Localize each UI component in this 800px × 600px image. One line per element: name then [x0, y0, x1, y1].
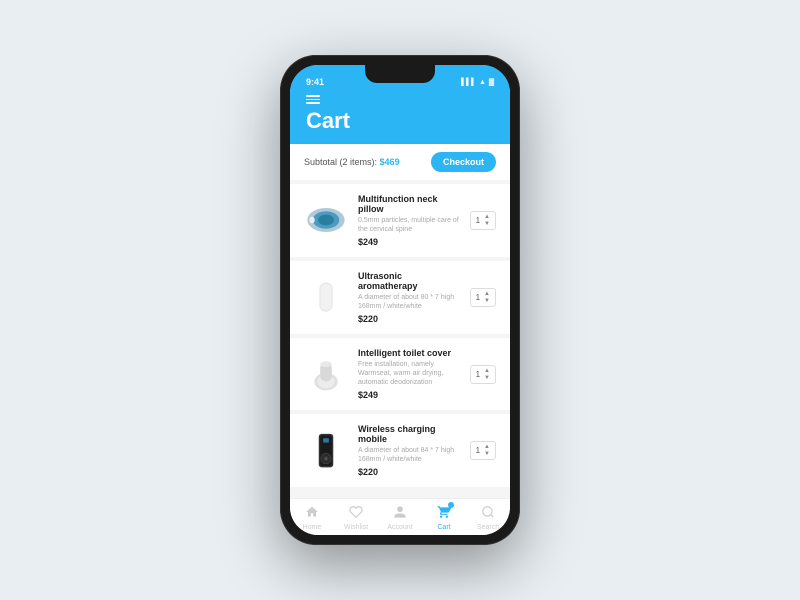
product-image-aromatherapy [304, 275, 348, 319]
nav-item-cart[interactable]: Cart [422, 505, 466, 531]
wifi-icon: ▲ [479, 79, 486, 86]
qty-up-arrow[interactable]: ▲ [484, 368, 490, 374]
cart-items-list: Multifunction neck pillow 0.5mm particle… [290, 180, 510, 499]
quantity-value: 1 [476, 293, 480, 302]
phone-screen: 9:41 ▌▌▌ ▲ ▓ Cart Subtotal (2 items): $4… [290, 65, 510, 535]
product-info-neck-pillow: Multifunction neck pillow 0.5mm particle… [358, 194, 460, 247]
product-image-neck-pillow [304, 198, 348, 242]
quantity-control[interactable]: 1 ▲ ▼ [470, 288, 496, 307]
subtotal-bar: Subtotal (2 items): $469 Checkout [290, 144, 510, 180]
qty-arrows[interactable]: ▲ ▼ [484, 368, 490, 381]
qty-arrows[interactable]: ▲ ▼ [484, 214, 490, 227]
nav-label-account: Account [387, 524, 412, 531]
search-icon [481, 505, 495, 522]
qty-down-arrow[interactable]: ▼ [484, 451, 490, 457]
menu-button[interactable] [306, 95, 494, 104]
subtotal-text: Subtotal (2 items): $469 [304, 157, 400, 167]
phone-notch [365, 65, 435, 83]
product-info-aromatherapy: Ultrasonic aromatherapy A diameter of ab… [358, 271, 460, 324]
nav-item-wishlist[interactable]: Wishlist [334, 505, 378, 531]
qty-arrows[interactable]: ▲ ▼ [484, 291, 490, 304]
product-price: $220 [358, 314, 460, 324]
product-price: $249 [358, 237, 460, 247]
quantity-value: 1 [476, 446, 480, 455]
status-time: 9:41 [306, 77, 324, 87]
app-header: Cart [290, 91, 510, 144]
nav-item-account[interactable]: Account [378, 505, 422, 531]
cart-badge-dot [448, 502, 454, 508]
checkout-button[interactable]: Checkout [431, 152, 496, 172]
qty-up-arrow[interactable]: ▲ [484, 291, 490, 297]
qty-down-arrow[interactable]: ▼ [484, 221, 490, 227]
product-desc: Free installation, namely Warmseat, warm… [358, 360, 460, 387]
signal-icon: ▌▌▌ [461, 79, 476, 86]
nav-label-cart: Cart [437, 524, 450, 531]
product-image-toilet [304, 352, 348, 396]
cart-item: Multifunction neck pillow 0.5mm particle… [290, 184, 510, 257]
qty-down-arrow[interactable]: ▼ [484, 375, 490, 381]
cart-item: Wireless charging mobile A diameter of a… [290, 414, 510, 487]
product-info-toilet: Intelligent toilet cover Free installati… [358, 348, 460, 400]
page-title: Cart [306, 108, 494, 134]
phone-frame: 9:41 ▌▌▌ ▲ ▓ Cart Subtotal (2 items): $4… [280, 55, 520, 545]
nav-item-search[interactable]: Search [466, 505, 510, 531]
nav-label-home: Home [303, 524, 322, 531]
bottom-navigation: Home Wishlist Account [290, 498, 510, 535]
quantity-control[interactable]: 1 ▲ ▼ [470, 365, 496, 384]
status-icons: ▌▌▌ ▲ ▓ [461, 79, 494, 86]
product-name: Wireless charging mobile [358, 424, 460, 444]
subtotal-label: Subtotal (2 items): [304, 157, 377, 167]
product-price: $249 [358, 390, 460, 400]
nav-label-wishlist: Wishlist [344, 524, 368, 531]
account-icon [393, 505, 407, 522]
quantity-value: 1 [476, 216, 480, 225]
quantity-control[interactable]: 1 ▲ ▼ [470, 441, 496, 460]
product-desc: 0.5mm particles, multiple care of the ce… [358, 216, 460, 234]
cart-item: Ultrasonic aromatherapy A diameter of ab… [290, 261, 510, 334]
qty-down-arrow[interactable]: ▼ [484, 298, 490, 304]
product-desc: A diameter of about 80 * 7 high 168mm / … [358, 293, 460, 311]
product-name: Multifunction neck pillow [358, 194, 460, 214]
battery-icon: ▓ [489, 79, 494, 86]
cart-item: Intelligent toilet cover Free installati… [290, 338, 510, 410]
product-desc: A diameter of about 84 * 7 high 168mm / … [358, 446, 460, 464]
qty-arrows[interactable]: ▲ ▼ [484, 444, 490, 457]
home-icon [305, 505, 319, 522]
product-image-charger [304, 429, 348, 473]
qty-up-arrow[interactable]: ▲ [484, 214, 490, 220]
product-info-charger: Wireless charging mobile A diameter of a… [358, 424, 460, 477]
quantity-control[interactable]: 1 ▲ ▼ [470, 211, 496, 230]
nav-item-home[interactable]: Home [290, 505, 334, 531]
product-price: $220 [358, 467, 460, 477]
quantity-value: 1 [476, 370, 480, 379]
product-name: Intelligent toilet cover [358, 348, 460, 358]
product-name: Ultrasonic aromatherapy [358, 271, 460, 291]
subtotal-price: $469 [380, 157, 400, 167]
nav-label-search: Search [477, 524, 499, 531]
heart-icon [349, 505, 363, 522]
qty-up-arrow[interactable]: ▲ [484, 444, 490, 450]
cart-icon [437, 505, 451, 522]
